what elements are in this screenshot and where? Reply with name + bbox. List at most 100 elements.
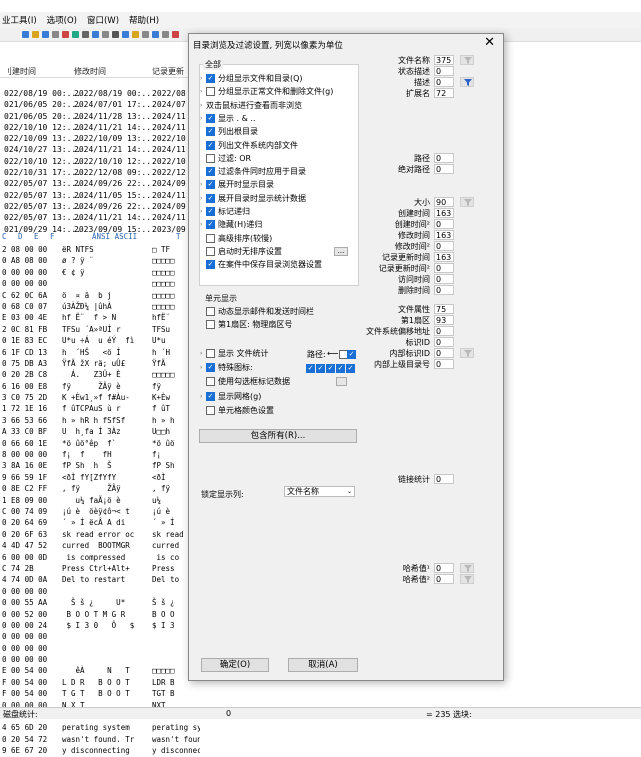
option-checkbox[interactable] — [206, 406, 215, 415]
col-record-updated[interactable]: 记录更新 — [152, 66, 184, 77]
menu-window[interactable]: 窗口(W) — [87, 14, 119, 26]
file-row[interactable]: 022/05/07 13:... 2024/11/05 15:... 2024/11 — [0, 190, 200, 201]
filter-funnel-icon[interactable] — [460, 563, 474, 573]
column-width-input[interactable]: 375 — [434, 55, 454, 65]
save-icon[interactable] — [42, 31, 49, 38]
menu-options[interactable]: 选项(O) — [47, 14, 77, 26]
option-row[interactable]: ✓ 列出根目录 — [200, 126, 258, 137]
file-row[interactable]: 022/10/10 12:... 2022/10/10 12:... 2022/10 — [0, 156, 200, 167]
option-checkbox[interactable] — [206, 320, 215, 329]
menu-tools[interactable]: 业工具(I) — [2, 14, 37, 26]
option-checkbox[interactable] — [206, 349, 215, 358]
option-checkbox[interactable] — [206, 246, 215, 256]
option-checkbox[interactable]: ✓ — [206, 207, 215, 216]
include-all-button[interactable]: 包含所有(R)... — [199, 429, 357, 443]
column-width-input[interactable]: 0 — [434, 241, 454, 251]
filter-funnel-icon[interactable] — [460, 197, 474, 207]
advanced-sort-more-button[interactable]: ... — [334, 247, 348, 256]
option-row[interactable]: › ✓ 显示网格(g) — [200, 391, 261, 402]
option-checkbox[interactable]: ✓ — [206, 180, 215, 190]
cancel-button[interactable]: 取消(A) — [288, 658, 358, 672]
folder-icon[interactable] — [32, 31, 39, 38]
file-row[interactable]: 022/05/07 13:... 2024/11/21 14:... 2024/11 — [0, 212, 200, 223]
column-width-input[interactable]: 163 — [434, 230, 454, 240]
option-row[interactable]: › ✓ 特殊图标: — [200, 362, 253, 373]
option-checkbox[interactable]: ✓ — [206, 140, 215, 150]
option-row[interactable]: › ✓ 隐藏(H)递归 — [200, 219, 262, 230]
file-row[interactable]: 022/10/31 17:... 2022/12/08 09:... 2022/12 — [0, 167, 200, 178]
option-row[interactable]: › ✓ 展开时显示目录 — [200, 179, 274, 190]
option-checkbox[interactable]: ✓ — [206, 113, 215, 123]
file-row[interactable]: 021/06/05 20:... 2024/07/01 17:... 2024/07 — [0, 99, 200, 110]
filter-funnel-icon[interactable] — [460, 55, 474, 65]
file-row[interactable]: 022/05/07 13:... 2024/09/26 22:... 2024/09 — [0, 201, 200, 212]
file-row[interactable]: 022/10/10 12:... 2024/11/21 14:... 2024/11 — [0, 122, 200, 133]
special-icon-checkbox[interactable]: ✓ — [326, 364, 335, 373]
column-width-input[interactable]: 0 — [434, 164, 454, 174]
special-icon-checkbox[interactable]: ✓ — [306, 364, 315, 373]
file-row[interactable]: 021/06/05 20:... 2024/11/28 13:... 2024/11 — [0, 111, 200, 122]
ok-button[interactable]: 确定(O) — [201, 658, 269, 672]
option-checkbox[interactable]: ✓ — [206, 260, 215, 270]
option-row[interactable]: ✓ 列出文件系统内部文件 — [200, 140, 298, 151]
option-checkbox[interactable] — [206, 153, 215, 163]
paste-icon[interactable] — [102, 31, 109, 38]
folder-icon[interactable] — [132, 31, 139, 38]
option-row[interactable]: ✓ 过滤条件同时应用于目录 — [200, 166, 306, 177]
column-width-input[interactable]: 0 — [434, 359, 454, 369]
option-row[interactable]: › ✓ 显示 . & .. — [200, 113, 256, 124]
option-row[interactable]: › ✓ 标记递归 — [200, 206, 250, 217]
column-width-input[interactable]: 0 — [434, 263, 454, 273]
column-width-input[interactable]: 0 — [434, 574, 454, 584]
column-width-input[interactable]: 75 — [434, 304, 454, 314]
undo-icon[interactable] — [62, 31, 69, 38]
option-row[interactable]: › ✓ 展开目录时显示统计数据 — [200, 193, 306, 204]
special-icon-checkbox[interactable]: ✓ — [346, 364, 355, 373]
open-icon[interactable] — [22, 31, 29, 38]
option-checkbox[interactable]: ✓ — [206, 220, 215, 230]
option-row[interactable]: 使用勾选框标记数据 — [200, 376, 290, 387]
path-icon-checkbox[interactable]: ✓ — [347, 350, 356, 359]
col-modified[interactable]: 修改时间 — [74, 66, 106, 77]
column-width-input[interactable]: 93 — [434, 315, 454, 325]
option-row[interactable]: › 显示 文件统计 — [200, 348, 269, 359]
option-checkbox[interactable]: ✓ — [206, 74, 215, 83]
option-row[interactable]: 第1扇区: 物理扇区号 — [200, 319, 292, 330]
option-row[interactable]: 高级排序(较慢) — [200, 233, 272, 244]
lock-columns-select[interactable]: 文件名称 ⌄ — [284, 486, 355, 497]
option-row[interactable]: 单元格颜色设置 — [200, 405, 274, 416]
find-icon[interactable] — [112, 31, 119, 38]
option-checkbox[interactable]: ✓ — [206, 363, 215, 372]
column-width-input[interactable]: 0 — [434, 563, 454, 573]
column-width-input[interactable]: 0 — [434, 474, 454, 484]
column-width-input[interactable]: 0 — [434, 274, 454, 284]
option-row[interactable]: › ✓ 分组显示文件和目录(Q) — [200, 73, 303, 84]
stop-icon[interactable] — [172, 31, 179, 38]
file-row[interactable]: 022/05/07 13:... 2024/09/26 22:... 2024/09 — [0, 178, 200, 189]
option-checkbox[interactable]: ✓ — [206, 193, 215, 203]
option-row[interactable]: › 双击鼠标进行查看而非浏览 — [200, 100, 302, 111]
option-row[interactable]: ✓ 在案件中保存目录浏览器设置 — [200, 259, 322, 270]
option-row[interactable]: › 分组显示正常文件和删除文件(g) — [200, 86, 333, 97]
column-width-input[interactable]: 0 — [434, 326, 454, 336]
column-width-input[interactable]: 163 — [434, 252, 454, 262]
hex-view[interactable]: 2 08 00 00 ëR NTFS □ TF 0 A8 08 00 ø ? ÿ ¨ □□… — [0, 244, 200, 757]
column-width-input[interactable]: 0 — [434, 66, 454, 76]
column-width-input[interactable]: 0 — [434, 337, 454, 347]
cut-icon[interactable] — [82, 31, 89, 38]
column-width-input[interactable]: 0 — [434, 219, 454, 229]
option-checkbox[interactable] — [206, 307, 215, 316]
filter-funnel-icon[interactable] — [460, 574, 474, 584]
close-icon[interactable]: ✕ — [484, 36, 495, 50]
column-width-input[interactable]: 90 — [434, 197, 454, 207]
redo-icon[interactable] — [72, 31, 79, 38]
column-width-input[interactable]: 0 — [434, 77, 454, 87]
option-checkbox[interactable] — [206, 87, 215, 97]
print-icon[interactable] — [52, 31, 59, 38]
menu-help[interactable]: 帮助(H) — [129, 14, 159, 26]
column-width-input[interactable]: 0 — [434, 348, 454, 358]
column-width-input[interactable]: 72 — [434, 88, 454, 98]
option-row[interactable]: 过滤: OR — [200, 153, 251, 164]
column-width-input[interactable]: 163 — [434, 208, 454, 218]
option-row[interactable]: 启动时无排序设置 — [200, 246, 282, 257]
